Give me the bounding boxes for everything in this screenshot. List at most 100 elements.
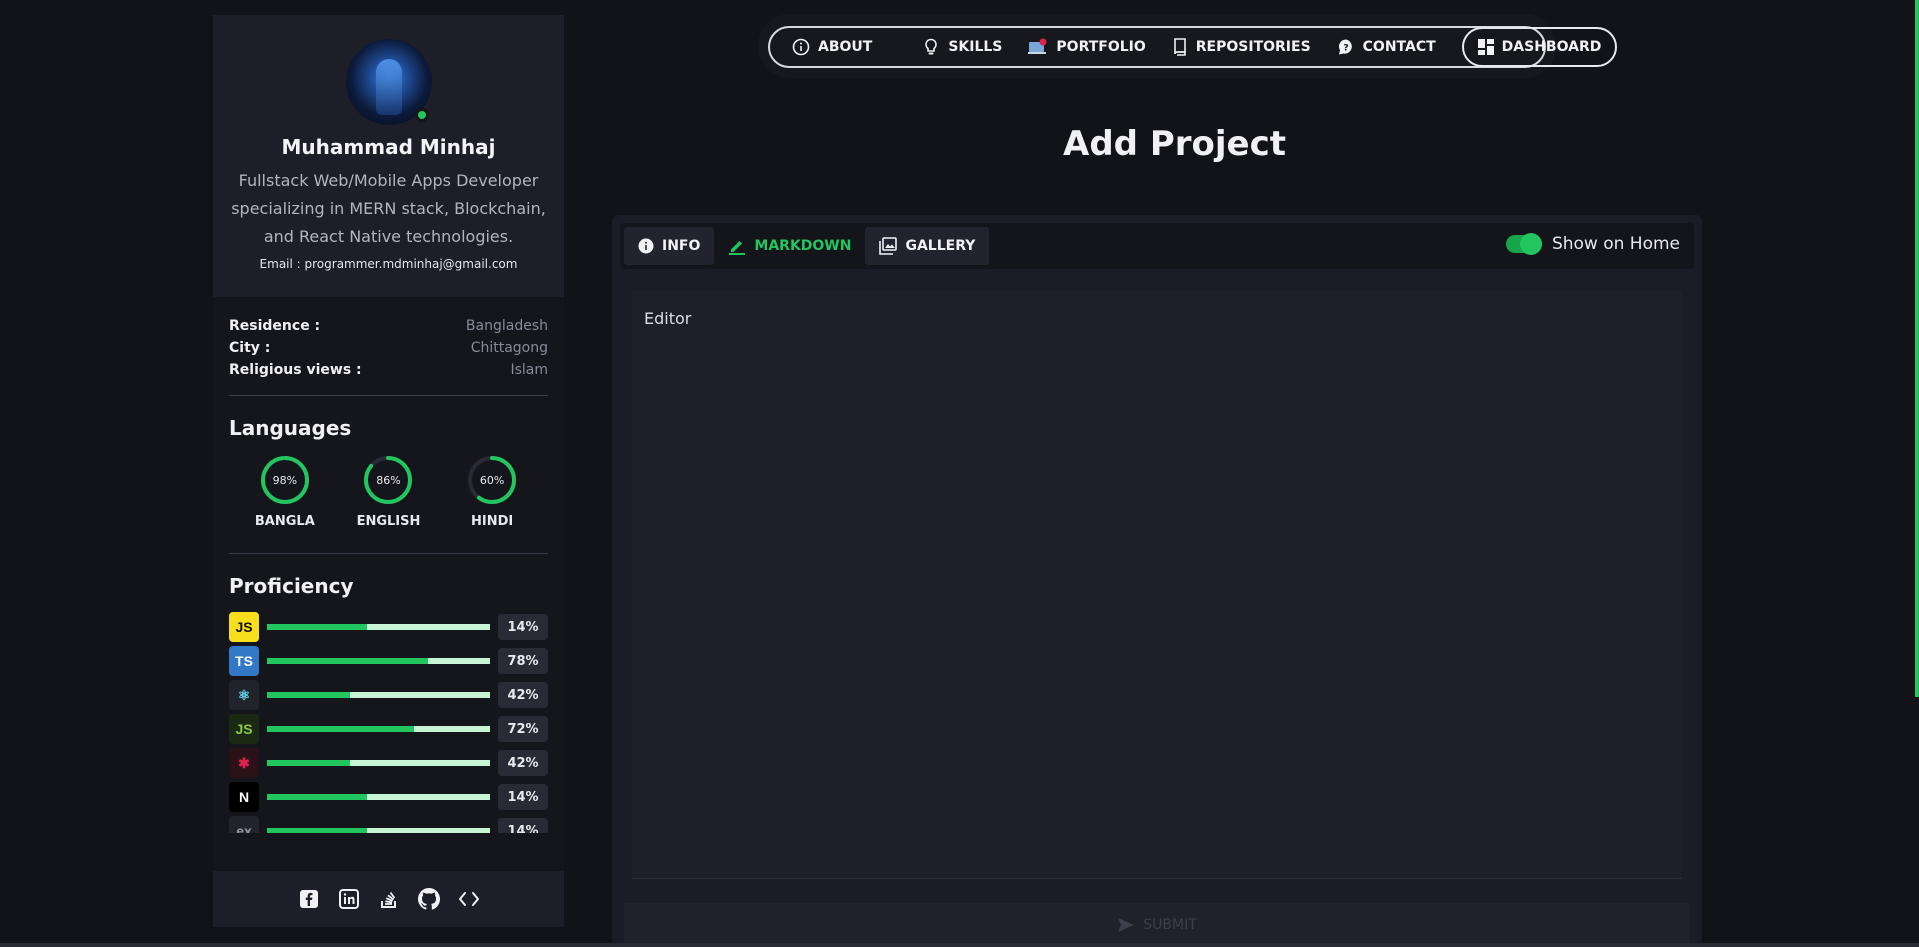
- portfolio-icon: [1028, 38, 1047, 54]
- profile-name: Muhammad Minhaj: [281, 135, 496, 159]
- proficiency-bar: [267, 624, 490, 630]
- language-ring: 86%: [362, 454, 414, 506]
- nextjs-icon: N: [229, 782, 259, 812]
- proficiency-row: JS 14%: [229, 610, 548, 644]
- language-name: HINDI: [471, 514, 514, 529]
- avatar[interactable]: [345, 39, 432, 125]
- nav-label: DASHBOARD: [1501, 39, 1602, 55]
- nav-about[interactable]: ABOUT: [792, 38, 872, 56]
- language-item: 60% HINDI: [447, 454, 537, 529]
- proficiency-bar-fill: [267, 726, 415, 732]
- info-row-city: City : Chittagong: [229, 337, 548, 359]
- proficiency-bar-fill: [267, 828, 368, 833]
- code-icon[interactable]: [458, 888, 480, 910]
- tab-markdown[interactable]: MARKDOWN: [714, 227, 865, 265]
- proficiency-bar: [267, 658, 490, 664]
- info-row-religious-views: Religious views : Islam: [229, 359, 548, 381]
- language-ring: 60%: [466, 454, 518, 506]
- markdown-editor[interactable]: Editor: [632, 291, 1682, 879]
- submit-label: SUBMIT: [1143, 917, 1197, 933]
- svg-text:?: ?: [1343, 44, 1348, 54]
- gallery-icon: [879, 237, 898, 255]
- language-item: 86% ENGLISH: [343, 454, 433, 529]
- proficiency-bar: [267, 794, 490, 800]
- nav-skills[interactable]: SKILLS: [922, 38, 1002, 56]
- linkedin-icon[interactable]: [338, 888, 360, 910]
- info-icon: [792, 38, 810, 56]
- proficiency-row: ex 14%: [229, 814, 548, 833]
- proficiency-title: Proficiency: [229, 574, 354, 598]
- proficiency-percent: 14%: [498, 818, 548, 833]
- proficiency-row: N 14%: [229, 780, 548, 814]
- nav-portfolio[interactable]: PORTFOLIO: [1028, 38, 1146, 56]
- language-ring: 98%: [259, 454, 311, 506]
- page-title: Add Project: [1063, 124, 1286, 164]
- facebook-icon[interactable]: [298, 888, 320, 910]
- tab-label: MARKDOWN: [754, 238, 852, 254]
- personal-info: Residence : Bangladesh City : Chittagong…: [213, 297, 564, 381]
- language-name: BANGLA: [254, 514, 315, 529]
- lightbulb-icon: [925, 38, 938, 55]
- proficiency-bar-fill: [267, 794, 368, 800]
- proficiency-row: JS 72%: [229, 712, 548, 746]
- submit-button[interactable]: SUBMIT: [624, 903, 1690, 947]
- editor-label: Editor: [644, 309, 692, 328]
- social-links: [213, 871, 564, 927]
- stackoverflow-icon[interactable]: [378, 888, 400, 910]
- toggle-switch[interactable]: [1505, 233, 1542, 255]
- express-icon: ex: [229, 816, 259, 833]
- nav-label: PORTFOLIO: [1056, 39, 1146, 55]
- repository-icon: [1173, 38, 1186, 56]
- avatar-figure: [375, 59, 402, 115]
- vertical-scrollbar[interactable]: [1915, 0, 1919, 697]
- nav-label: CONTACT: [1362, 39, 1436, 55]
- language-percent: 60%: [479, 473, 505, 487]
- info-key: Religious views :: [229, 362, 362, 378]
- languages-title: Languages: [229, 416, 352, 440]
- info-row-residence: Residence : Bangladesh: [229, 315, 548, 337]
- show-on-home-toggle[interactable]: Show on Home: [1505, 233, 1680, 255]
- contact-icon: ?: [1338, 39, 1352, 55]
- toggle-label: Show on Home: [1551, 234, 1680, 254]
- info-icon: [638, 238, 654, 254]
- nav-label: SKILLS: [948, 39, 1003, 55]
- info-value: Bangladesh: [465, 318, 548, 334]
- online-status-dot: [414, 108, 429, 122]
- proficiency-percent: 42%: [498, 750, 548, 776]
- proficiency-percent: 42%: [498, 682, 548, 708]
- profile-sidebar: Muhammad Minhaj Fullstack Web/Mobile App…: [213, 15, 564, 927]
- info-key: City :: [229, 340, 271, 356]
- proficiency-list[interactable]: JS 14% TS 78% ⚛ 42% JS 72% ✱ 42% N 14% ex 14%: [213, 598, 564, 833]
- tab-gallery[interactable]: GALLERY: [865, 227, 990, 265]
- nav-repositories[interactable]: REPOSITORIES: [1172, 38, 1311, 56]
- tab-info[interactable]: INFO: [624, 227, 715, 265]
- tab-label: GALLERY: [905, 238, 976, 254]
- github-icon[interactable]: [417, 888, 440, 910]
- proficiency-bar-fill: [267, 760, 350, 766]
- nav-dashboard[interactable]: DASHBOARD: [1461, 27, 1618, 67]
- horizontal-scrollbar[interactable]: [0, 943, 1919, 947]
- proficiency-row: ✱ 42%: [229, 746, 548, 780]
- nestjs-icon: ✱: [229, 748, 259, 778]
- language-item: 98% BANGLA: [240, 454, 330, 529]
- info-value: Chittagong: [470, 340, 548, 356]
- typescript-icon: TS: [229, 646, 259, 676]
- proficiency-row: TS 78%: [229, 644, 548, 678]
- language-percent: 86%: [376, 473, 401, 487]
- react-icon: ⚛: [229, 680, 259, 710]
- nodejs-icon: JS: [229, 714, 259, 744]
- nav-contact[interactable]: ? CONTACT: [1337, 38, 1436, 56]
- tab-bar: INFO MARKDOWN GALLERY Show on Home: [620, 223, 1694, 269]
- send-icon: [1118, 918, 1135, 932]
- profile-email: Email : programmer.mdminhaj@gmail.com: [259, 257, 518, 271]
- proficiency-bar: [267, 726, 490, 732]
- pencil-icon: [729, 241, 746, 255]
- info-key: Residence :: [229, 318, 321, 334]
- nav-label: REPOSITORIES: [1195, 39, 1311, 55]
- proficiency-bar-fill: [267, 692, 350, 698]
- profile-card: Muhammad Minhaj Fullstack Web/Mobile App…: [213, 15, 564, 297]
- dashboard-icon: [1477, 39, 1494, 55]
- proficiency-bar: [267, 692, 490, 698]
- proficiency-bar: [267, 828, 490, 833]
- info-value: Islam: [510, 362, 548, 378]
